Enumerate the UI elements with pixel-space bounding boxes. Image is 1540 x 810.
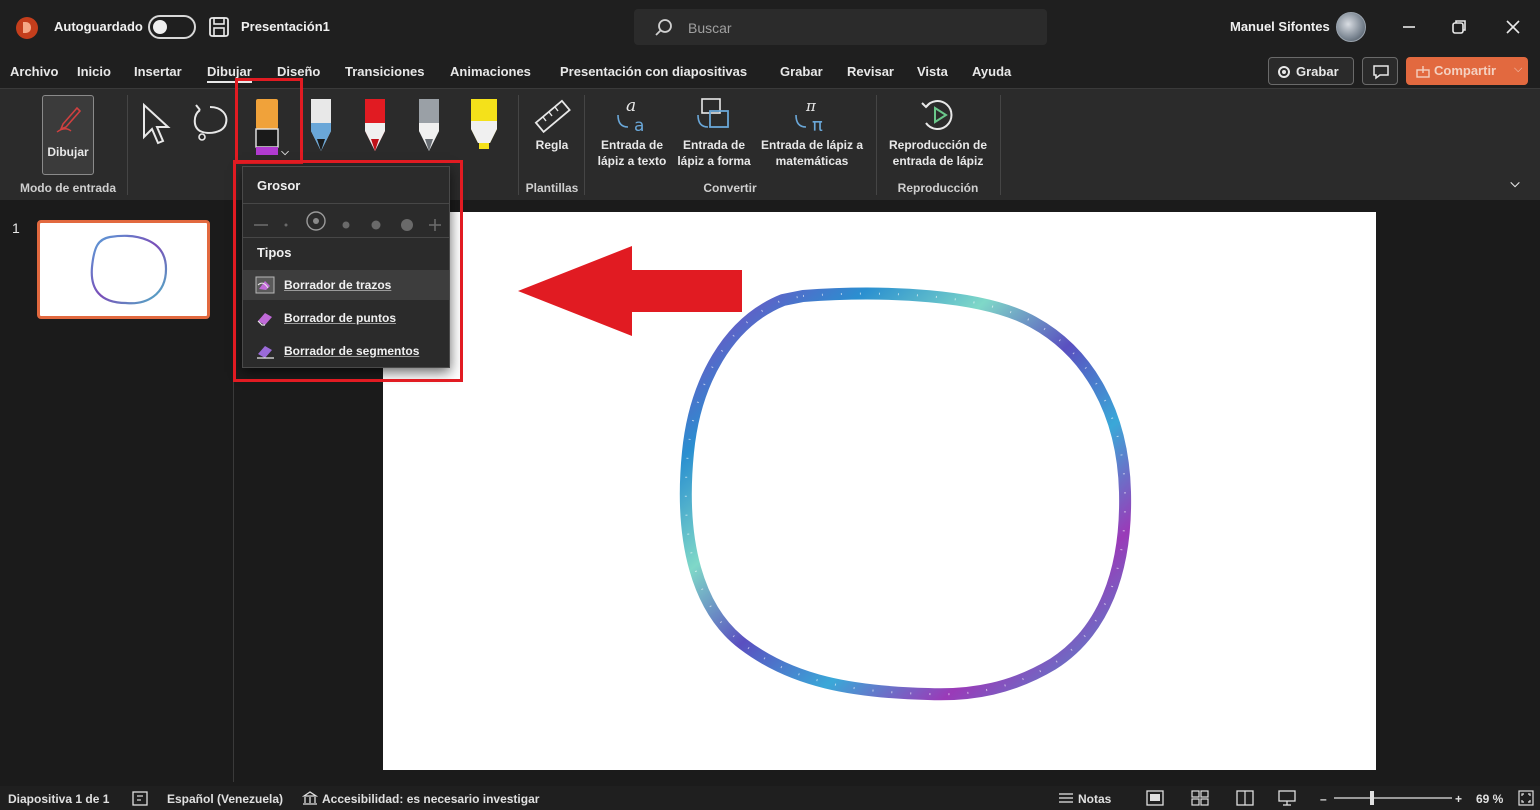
autosave-label: Autoguardado [54, 19, 143, 34]
save-icon[interactable] [208, 16, 230, 38]
tab-transiciones[interactable]: Transiciones [345, 64, 424, 79]
svg-text:a: a [634, 116, 644, 135]
tab-grabar[interactable]: Grabar [780, 64, 823, 79]
highlighter-yellow-icon[interactable] [466, 95, 502, 155]
comment-icon [1373, 65, 1389, 80]
tab-vista[interactable]: Vista [917, 64, 948, 79]
group-stencils: Plantillas [525, 181, 579, 195]
tab-diseno[interactable]: Diseño [277, 64, 320, 79]
fit-to-window-icon[interactable] [1518, 790, 1534, 806]
reading-view-icon[interactable] [1236, 790, 1254, 806]
ribbon: Dibujar Modo de entrada ⌵ Regla Plantill… [0, 88, 1540, 200]
zoom-slider-thumb[interactable] [1370, 791, 1374, 805]
zoom-out-icon[interactable]: – [1320, 792, 1327, 806]
notes-icon [1059, 793, 1073, 803]
ink-to-math-icon[interactable]: π π [790, 95, 832, 135]
document-title: Presentación1 [241, 19, 330, 34]
ink-to-text-icon[interactable]: a a [612, 95, 652, 135]
comments-button[interactable] [1362, 57, 1398, 85]
separator [876, 95, 877, 195]
draw-button-label: Dibujar [47, 145, 89, 159]
toggle-knob [153, 20, 167, 34]
separator [1000, 95, 1001, 195]
tab-revisar[interactable]: Revisar [847, 64, 894, 79]
slide-sorter-icon[interactable] [1191, 790, 1209, 806]
language[interactable]: Español (Venezuela) [167, 792, 283, 806]
minimize-icon[interactable] [1394, 12, 1424, 42]
zoom-slider-track[interactable] [1334, 797, 1452, 799]
tab-ayuda[interactable]: Ayuda [972, 64, 1011, 79]
zoom-in-icon[interactable]: + [1455, 792, 1462, 806]
slide-number: 1 [12, 220, 20, 236]
ink-to-shape-label[interactable]: Entrada de lápiz a forma [672, 137, 756, 169]
zoom-level[interactable]: 69 % [1476, 792, 1503, 806]
group-replay: Reproducción [897, 181, 979, 195]
tab-archivo[interactable]: Archivo [10, 64, 58, 79]
close-icon[interactable] [1498, 12, 1528, 42]
search-icon [655, 19, 672, 36]
title-bar: Autoguardado Presentación1 Buscar Manuel… [0, 0, 1540, 56]
lasso-select-icon[interactable] [190, 101, 232, 147]
spellcheck-icon[interactable] [132, 791, 148, 806]
svg-text:π: π [812, 115, 823, 135]
separator [584, 95, 585, 195]
pen-draw-icon [56, 106, 82, 133]
record-icon [1278, 66, 1290, 78]
pencil-gray-icon[interactable] [413, 95, 445, 155]
record-button-label: Grabar [1296, 64, 1339, 79]
search-placeholder: Buscar [688, 20, 732, 36]
draw-button[interactable]: Dibujar [42, 95, 94, 175]
ink-to-text-label[interactable]: Entrada de lápiz a texto [590, 137, 674, 169]
group-convert: Convertir [703, 181, 757, 195]
ink-to-math-label[interactable]: Entrada de lápiz a matemáticas [756, 137, 868, 169]
record-button[interactable]: Grabar [1268, 57, 1354, 85]
ribbon-collapse-chevron-icon[interactable]: ⌵ [1508, 175, 1522, 191]
share-icon [1416, 66, 1430, 78]
tab-presentacion[interactable]: Presentación con diapositivas [560, 64, 747, 79]
share-button-label: Compartir [1434, 63, 1497, 78]
thumbnail-drawing [90, 234, 168, 305]
svg-text:π: π [805, 97, 817, 115]
notes-button[interactable]: Notas [1078, 792, 1111, 806]
ink-replay-label[interactable]: Reproducción de entrada de lápiz [882, 137, 994, 169]
tab-insertar[interactable]: Insertar [134, 64, 182, 79]
share-button[interactable]: Compartir ⌵ [1406, 57, 1528, 85]
dropdown-highlight-box [233, 160, 463, 382]
chevron-down-icon[interactable]: ⌵ [1514, 63, 1522, 76]
tab-inicio[interactable]: Inicio [77, 64, 111, 79]
restore-icon[interactable] [1444, 12, 1474, 42]
status-bar: Diapositiva 1 de 1 Español (Venezuela) A… [0, 786, 1540, 810]
group-input-mode: Modo de entrada [19, 181, 116, 195]
ruler-icon[interactable] [532, 99, 572, 137]
slideshow-icon[interactable] [1278, 790, 1296, 806]
pen-white-icon[interactable] [305, 95, 337, 155]
powerpoint-logo-icon [16, 17, 38, 39]
tab-animaciones[interactable]: Animaciones [450, 64, 531, 79]
red-arrow-annotation [518, 246, 742, 336]
accessibility-status[interactable]: Accesibilidad: es necesario investigar [322, 792, 539, 806]
separator [127, 95, 128, 195]
separator [518, 95, 519, 195]
avatar[interactable] [1336, 12, 1366, 42]
slide-info[interactable]: Diapositiva 1 de 1 [8, 792, 109, 806]
user-name[interactable]: Manuel Sifontes [1230, 19, 1330, 34]
pen-red-icon[interactable] [359, 95, 391, 155]
accessibility-icon[interactable] [302, 790, 318, 806]
ruler-label[interactable]: Regla [526, 137, 578, 153]
ink-replay-icon[interactable] [918, 95, 958, 135]
eraser-highlight-box [235, 78, 303, 164]
slide-thumbnail[interactable] [37, 220, 210, 319]
search-box[interactable]: Buscar [634, 9, 1047, 45]
svg-text:a: a [626, 96, 636, 116]
autosave-toggle[interactable] [148, 15, 196, 39]
ink-to-shape-icon[interactable] [694, 95, 734, 135]
normal-view-icon[interactable] [1146, 790, 1164, 806]
select-cursor-icon[interactable] [140, 101, 176, 147]
